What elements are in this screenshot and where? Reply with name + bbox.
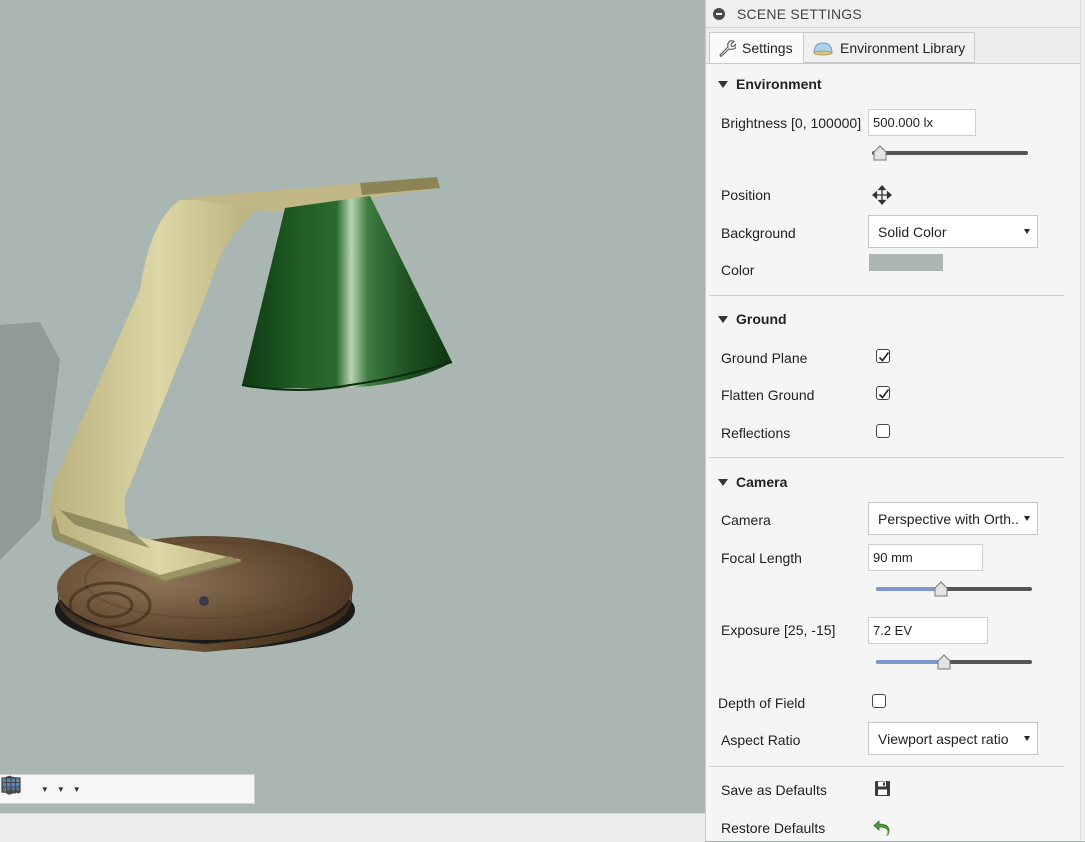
caret-down-icon	[718, 80, 728, 88]
grid-icon	[1, 777, 21, 793]
ground-plane-checkbox[interactable]	[876, 349, 890, 363]
depth-of-field-label: Depth of Field	[718, 695, 806, 711]
focal-length-input[interactable]: 90 mm	[868, 544, 983, 571]
panel-scrollbar[interactable]	[1080, 0, 1085, 841]
tab-settings[interactable]: Settings	[709, 32, 804, 63]
collapse-panel-icon[interactable]	[713, 7, 725, 20]
floppy-disk-icon[interactable]	[874, 780, 891, 797]
divider	[709, 766, 1064, 767]
zoom-window-button[interactable]: ▼	[2, 776, 52, 802]
section-ground-title: Ground	[736, 311, 787, 327]
slider-thumb[interactable]	[937, 654, 951, 670]
section-camera[interactable]: Camera	[718, 474, 787, 490]
tab-environment-library-label: Environment Library	[840, 39, 966, 56]
background-label: Background	[721, 225, 796, 241]
status-bar	[0, 813, 705, 842]
slider-thumb[interactable]	[873, 145, 887, 161]
caret-down-icon	[718, 478, 728, 486]
panel-title: SCENE SETTINGS	[737, 5, 862, 22]
ground-plane-label: Ground Plane	[721, 350, 808, 366]
tab-settings-label: Settings	[742, 39, 793, 56]
divider	[709, 457, 1064, 458]
focal-length-label: Focal Length	[721, 550, 802, 566]
flatten-ground-checkbox[interactable]	[876, 386, 890, 400]
panel-header: SCENE SETTINGS	[706, 0, 1080, 28]
chevron-down-icon: ▼	[72, 784, 81, 794]
display-settings-button[interactable]: ▼	[1, 776, 68, 802]
position-label: Position	[721, 187, 771, 203]
camera-dropdown[interactable]: Perspective with Orth...	[868, 502, 1038, 535]
exposure-slider[interactable]	[876, 654, 1032, 670]
chevron-down-icon: ▼	[40, 784, 49, 794]
canvas-viewport[interactable]: ▼ ▼ ▼ ▼	[0, 0, 705, 813]
background-dropdown-value: Solid Color	[878, 223, 947, 240]
caret-down-icon	[718, 315, 728, 323]
lamp-model-render	[0, 177, 453, 652]
slider-fill	[876, 587, 941, 591]
camera-label: Camera	[721, 512, 771, 528]
section-camera-title: Camera	[736, 474, 788, 490]
aspect-ratio-dropdown[interactable]: Viewport aspect ratio	[868, 722, 1038, 755]
brightness-slider[interactable]	[872, 145, 1028, 161]
base-screw	[199, 596, 209, 606]
brightness-label: Brightness [0, 100000]	[721, 115, 862, 131]
slider-fill	[876, 660, 944, 664]
exposure-label: Exposure [25, -15]	[721, 622, 836, 638]
brightness-input[interactable]: 500.000 lx	[868, 109, 976, 136]
flatten-ground-label: Flatten Ground	[721, 387, 815, 403]
checkmark-icon	[878, 389, 890, 399]
model-shadow	[0, 322, 60, 560]
lamp-shade	[242, 196, 452, 389]
depth-of-field-checkbox[interactable]	[872, 694, 886, 708]
exposure-input[interactable]: 7.2 EV	[868, 617, 988, 644]
undo-arrow-icon[interactable]	[872, 817, 894, 837]
slider-track	[872, 151, 1028, 155]
restore-defaults-label: Restore Defaults	[721, 820, 826, 836]
section-ground[interactable]: Ground	[718, 311, 787, 327]
scene-settings-panel: SCENE SETTINGS Settings Environment Libr…	[705, 0, 1080, 841]
save-defaults-label: Save as Defaults	[721, 782, 827, 798]
aspect-ratio-label: Aspect Ratio	[721, 732, 801, 748]
navigation-toolbar: ▼ ▼ ▼ ▼	[0, 774, 255, 804]
grid-button[interactable]: ▼	[1, 776, 84, 802]
camera-dropdown-value: Perspective with Orth...	[878, 510, 1020, 527]
wrench-icon	[719, 39, 736, 57]
reflections-checkbox[interactable]	[876, 424, 890, 438]
reflections-label: Reflections	[721, 425, 791, 441]
tab-environment-library[interactable]: Environment Library	[804, 32, 975, 63]
move-arrows-icon[interactable]	[872, 185, 892, 205]
checkmark-icon	[878, 352, 890, 362]
environment-dome-icon	[813, 41, 833, 55]
chevron-down-icon	[1024, 516, 1030, 521]
section-environment[interactable]: Environment	[718, 76, 822, 92]
chevron-down-icon	[1024, 229, 1030, 234]
slider-thumb[interactable]	[934, 581, 948, 597]
color-label: Color	[721, 262, 755, 278]
chevron-down-icon: ▼	[56, 784, 65, 794]
focal-length-slider[interactable]	[876, 581, 1032, 597]
section-environment-title: Environment	[736, 76, 822, 92]
color-swatch[interactable]	[869, 254, 943, 271]
divider	[709, 295, 1064, 296]
panel-tabs: Settings Environment Library	[706, 28, 1080, 64]
background-dropdown[interactable]: Solid Color	[868, 215, 1038, 248]
aspect-ratio-dropdown-value: Viewport aspect ratio	[878, 730, 1009, 747]
chevron-down-icon	[1024, 736, 1030, 741]
